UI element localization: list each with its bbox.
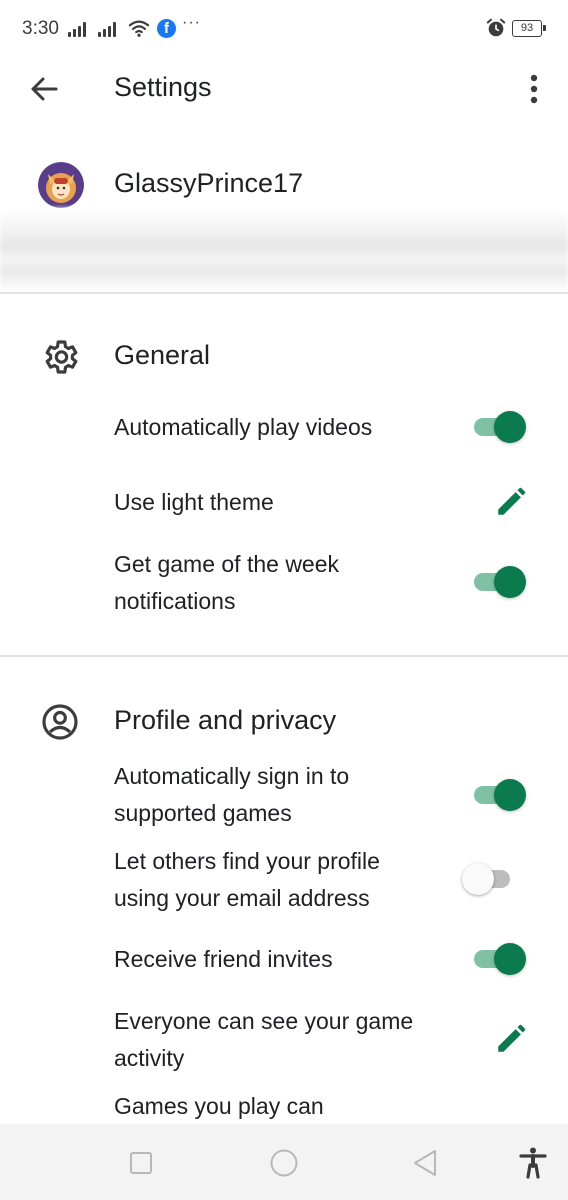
setting-label-light-theme: Use light theme	[114, 489, 274, 515]
status-bar: 3:30 f ··· 93	[0, 0, 568, 58]
friend-invites-toggle[interactable]	[472, 942, 526, 976]
back-button[interactable]	[24, 68, 66, 110]
game-of-week-toggle[interactable]	[472, 565, 526, 599]
setting-label-autoplay-videos: Automatically play videos	[114, 414, 373, 440]
wifi-icon	[128, 20, 150, 37]
recent-apps-icon[interactable]	[122, 1144, 160, 1182]
setting-label-game-activity: Everyone can see your game activity	[114, 1008, 414, 1071]
signal-icon	[98, 21, 120, 37]
divider	[0, 655, 568, 657]
setting-label-friend-invites: Receive friend invites	[114, 946, 333, 972]
accessibility-icon[interactable]	[514, 1144, 552, 1182]
page-title: Settings	[114, 72, 212, 102]
setting-label-find-by-email: Let others find your profile using your …	[114, 848, 380, 911]
find-by-email-toggle[interactable]	[462, 862, 516, 896]
gear-icon	[45, 340, 78, 374]
battery-indicator: 93	[512, 20, 546, 37]
divider	[0, 292, 568, 294]
more-vert-button[interactable]	[516, 68, 552, 110]
alarm-icon	[486, 18, 506, 37]
section-title-profile-privacy: Profile and privacy	[114, 705, 337, 735]
facebook-icon: f	[157, 19, 176, 38]
back-triangle-icon[interactable]	[406, 1144, 444, 1182]
more-notifications-icon: ···	[182, 14, 201, 31]
setting-label-game-of-week: Get game of the week notifications	[114, 551, 340, 614]
setting-label-auto-sign-in: Automatically sign in to supported games	[114, 763, 350, 826]
account-details-blurred	[0, 208, 568, 292]
status-time: 3:30	[22, 18, 59, 39]
system-navigation-bar	[0, 1124, 568, 1200]
section-title-general: General	[114, 340, 211, 370]
home-icon[interactable]	[265, 1144, 303, 1182]
auto-sign-in-toggle[interactable]	[472, 778, 526, 812]
pencil-icon[interactable]	[494, 485, 528, 519]
account-circle-icon	[42, 704, 78, 740]
avatar[interactable]	[38, 162, 84, 208]
setting-label-games-you-play: Games you play can	[114, 1093, 324, 1119]
pencil-icon[interactable]	[494, 1022, 528, 1056]
signal-icon	[68, 21, 90, 37]
account-name[interactable]: GlassyPrince17	[114, 168, 303, 199]
autoplay-videos-toggle[interactable]	[472, 410, 526, 444]
